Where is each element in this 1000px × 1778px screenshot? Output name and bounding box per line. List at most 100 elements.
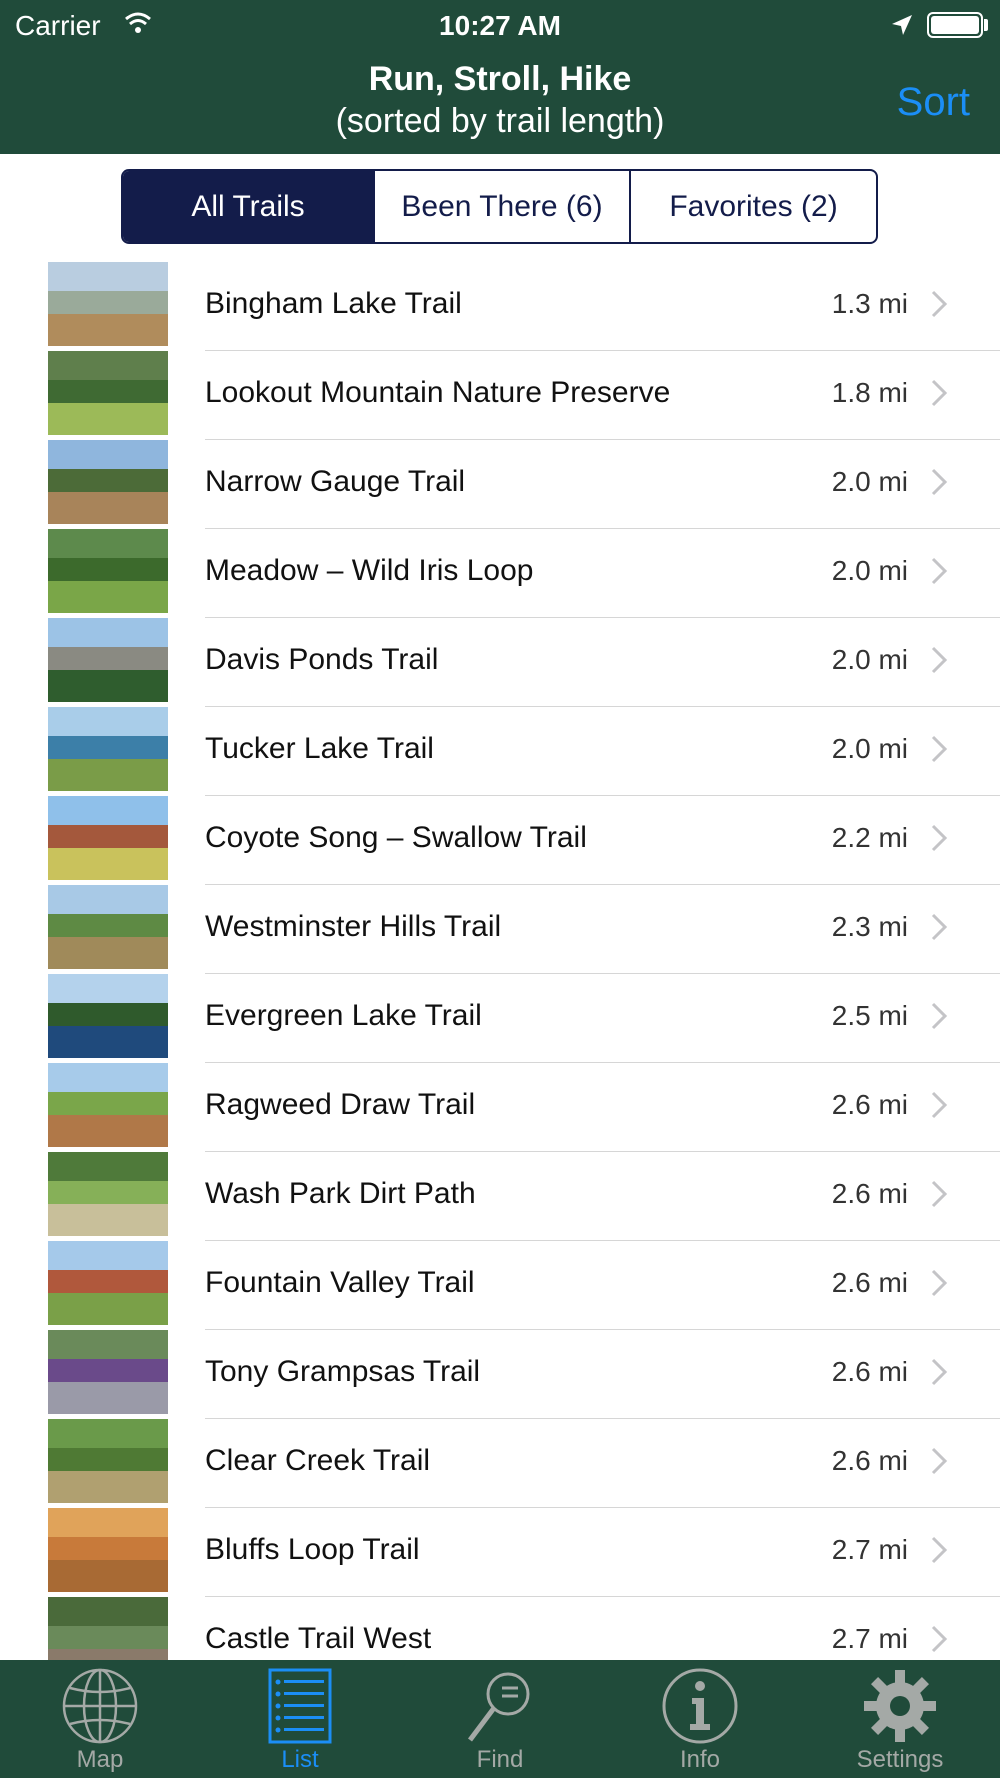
trail-name: Narrow Gauge Trail — [205, 465, 466, 498]
tab-map-label: Map — [76, 1746, 124, 1773]
trail-row[interactable]: Lookout Mountain Nature Preserve 1.8 mi — [0, 351, 1000, 440]
info-icon — [662, 1668, 738, 1744]
trail-thumbnail — [48, 618, 168, 702]
filter-segmented-control: All Trails Been There (6) Favorites (2) — [121, 169, 878, 244]
trail-name: Fountain Valley Trail — [205, 1266, 475, 1299]
chevron-right-icon — [931, 1625, 948, 1653]
tab-map[interactable]: Map — [0, 1660, 200, 1778]
trail-distance: 2.0 mi — [831, 466, 908, 497]
trail-distance: 2.0 mi — [831, 644, 908, 675]
trail-row[interactable]: Narrow Gauge Trail 2.0 mi — [0, 440, 1000, 529]
trail-thumbnail — [48, 262, 168, 346]
trail-distance: 2.7 mi — [831, 1534, 908, 1565]
trail-thumbnail — [48, 1330, 168, 1414]
trail-distance: 2.6 mi — [831, 1356, 908, 1387]
trail-distance: 1.8 mi — [831, 377, 908, 408]
trail-distance: 2.0 mi — [831, 555, 908, 586]
location-arrow-icon — [892, 15, 912, 35]
status-bar: Carrier 10:27 AM — [0, 0, 1000, 50]
trail-row[interactable]: Ragweed Draw Trail 2.6 mi — [0, 1063, 1000, 1152]
trail-thumbnail — [48, 351, 168, 435]
trail-name: Bingham Lake Trail — [205, 287, 462, 320]
trail-list[interactable]: Bingham Lake Trail 1.3 mi Lookout Mountain… — [0, 262, 1000, 1660]
chevron-right-icon — [931, 1536, 948, 1564]
trail-thumbnail — [48, 1152, 168, 1236]
trail-distance: 2.0 mi — [831, 733, 908, 764]
trail-thumbnail — [48, 1241, 168, 1325]
list-icon — [268, 1668, 332, 1744]
trail-name: Bluffs Loop Trail — [205, 1533, 420, 1566]
trail-name: Evergreen Lake Trail — [205, 999, 482, 1032]
trail-distance: 2.6 mi — [831, 1267, 908, 1298]
trail-name: Meadow – Wild Iris Loop — [205, 554, 534, 587]
tab-bar: Map List Find Info Settings — [0, 1660, 1000, 1778]
trail-name: Tony Grampsas Trail — [205, 1355, 481, 1388]
segment-favorites[interactable]: Favorites (2) — [629, 171, 876, 242]
tab-find[interactable]: Find — [400, 1660, 600, 1778]
trail-row[interactable]: Clear Creek Trail 2.6 mi — [0, 1419, 1000, 1508]
sort-button[interactable]: Sort — [897, 80, 970, 125]
trail-row[interactable]: Coyote Song – Swallow Trail 2.2 mi — [0, 796, 1000, 885]
chevron-right-icon — [931, 557, 948, 585]
chevron-right-icon — [931, 1269, 948, 1297]
trail-distance: 2.6 mi — [831, 1445, 908, 1476]
chevron-right-icon — [931, 379, 948, 407]
battery-tip — [984, 19, 988, 31]
segment-all-trails[interactable]: All Trails — [123, 171, 373, 242]
tab-list-label: List — [281, 1746, 319, 1773]
trail-row[interactable]: Evergreen Lake Trail 2.5 mi — [0, 974, 1000, 1063]
trail-row[interactable]: Tucker Lake Trail 2.0 mi — [0, 707, 1000, 796]
trail-row[interactable]: Fountain Valley Trail 2.6 mi — [0, 1241, 1000, 1330]
trail-name: Westminster Hills Trail — [205, 910, 502, 943]
trail-distance: 2.6 mi — [831, 1178, 908, 1209]
chevron-right-icon — [931, 735, 948, 763]
chevron-right-icon — [931, 1002, 948, 1030]
trail-name: Lookout Mountain Nature Preserve — [205, 376, 671, 409]
trail-thumbnail — [48, 1419, 168, 1503]
trail-thumbnail — [48, 974, 168, 1058]
chevron-right-icon — [931, 1091, 948, 1119]
page-title: Run, Stroll, Hike — [368, 60, 632, 98]
trail-name: Wash Park Dirt Path — [205, 1177, 476, 1210]
tab-settings[interactable]: Settings — [800, 1660, 1000, 1778]
page-subtitle: (sorted by trail length) — [335, 102, 665, 140]
trail-thumbnail — [48, 796, 168, 880]
trail-row[interactable]: Castle Trail West 2.7 mi — [0, 1597, 1000, 1660]
trail-thumbnail — [48, 885, 168, 969]
trail-thumbnail — [48, 529, 168, 613]
navigation-header: Carrier 10:27 AM Run, Stroll, Hike (sort… — [0, 0, 1000, 154]
chevron-right-icon — [931, 824, 948, 852]
trail-thumbnail — [48, 1063, 168, 1147]
chevron-right-icon — [931, 1447, 948, 1475]
trail-thumbnail — [48, 440, 168, 524]
battery-icon — [927, 12, 983, 38]
segment-been-there[interactable]: Been There (6) — [373, 171, 629, 242]
trail-row[interactable]: Bingham Lake Trail 1.3 mi — [0, 262, 1000, 351]
trail-row[interactable]: Bluffs Loop Trail 2.7 mi — [0, 1508, 1000, 1597]
trail-row[interactable]: Westminster Hills Trail 2.3 mi — [0, 885, 1000, 974]
trail-distance: 2.7 mi — [831, 1623, 908, 1654]
globe-icon — [62, 1668, 138, 1744]
trail-name: Castle Trail West — [205, 1622, 432, 1655]
trail-name: Ragweed Draw Trail — [205, 1088, 476, 1121]
chevron-right-icon — [931, 646, 948, 674]
trail-row[interactable]: Tony Grampsas Trail 2.6 mi — [0, 1330, 1000, 1419]
trail-row[interactable]: Davis Ponds Trail 2.0 mi — [0, 618, 1000, 707]
chevron-right-icon — [931, 1358, 948, 1386]
chevron-right-icon — [931, 1180, 948, 1208]
trail-name: Davis Ponds Trail — [205, 643, 439, 676]
gear-icon — [864, 1670, 936, 1742]
tab-settings-label: Settings — [856, 1746, 944, 1773]
tab-info[interactable]: Info — [600, 1660, 800, 1778]
trail-row[interactable]: Meadow – Wild Iris Loop 2.0 mi — [0, 529, 1000, 618]
trail-distance: 2.3 mi — [831, 911, 908, 942]
trail-row[interactable]: Wash Park Dirt Path 2.6 mi — [0, 1152, 1000, 1241]
trail-distance: 2.2 mi — [831, 822, 908, 853]
trail-name: Clear Creek Trail — [205, 1444, 431, 1477]
status-time: 10:27 AM — [439, 10, 561, 41]
tab-list[interactable]: List — [200, 1660, 400, 1778]
tab-info-label: Info — [679, 1746, 721, 1773]
trail-name: Tucker Lake Trail — [205, 732, 434, 765]
trail-name: Coyote Song – Swallow Trail — [205, 821, 587, 854]
chevron-right-icon — [931, 468, 948, 496]
